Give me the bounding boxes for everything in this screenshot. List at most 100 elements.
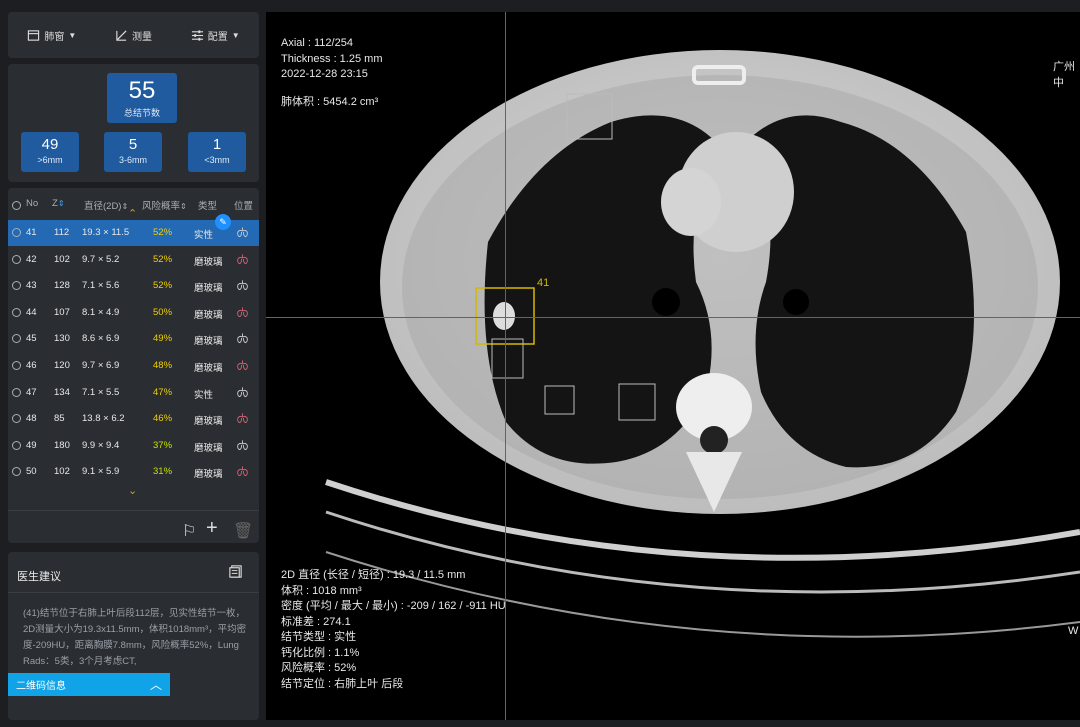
row-radio[interactable] — [12, 307, 21, 317]
total-nodules-badge[interactable]: 55 总结节数 — [107, 73, 177, 123]
gt6mm-badge[interactable]: 49 >6mm — [21, 132, 79, 172]
cell-no: 42 — [26, 253, 37, 265]
lung-icon[interactable] — [236, 386, 249, 401]
cell-z: 128 — [54, 280, 70, 292]
crosshair-horizontal[interactable] — [266, 317, 1080, 318]
table-row[interactable]: 50 102 9.1 × 5.9 31% 磨玻璃 — [8, 459, 259, 485]
cell-no: 49 — [26, 439, 37, 451]
cell-no: 43 — [26, 280, 37, 292]
cell-type: 磨玻璃 — [194, 256, 223, 268]
row-radio[interactable] — [12, 281, 21, 291]
row-radio[interactable] — [12, 387, 21, 397]
measure-label: 测量 — [132, 31, 152, 43]
total-nodules-value: 55 — [128, 77, 156, 104]
scan-info: Axial : 112/254 Thickness : 1.25 mm 2022… — [281, 36, 382, 110]
row-radio[interactable] — [12, 414, 21, 424]
total-nodules-label: 总结节数 — [123, 108, 160, 118]
ct-viewer[interactable]: 41 Axial : 112/254 Thickness : 1.25 mm 2… — [266, 12, 1080, 720]
config-button[interactable]: 配置 ▼ — [191, 28, 240, 43]
qr-info-bar[interactable]: 二维码信息 ︿ — [8, 673, 170, 696]
left-panel: 肺窗 ▼ 测量 配置 ▼ 55 总结节数 49 >6mm 5 3-6mm 1 <… — [0, 0, 266, 727]
edit-icon[interactable]: ✎ — [215, 214, 231, 230]
lung-icon[interactable] — [236, 439, 249, 454]
table-row[interactable]: 47 134 7.1 × 5.5 47% 实性 — [8, 380, 259, 406]
table-row[interactable]: 46 120 9.7 × 6.9 48% 磨玻璃 — [8, 353, 259, 379]
table-row[interactable]: 48 85 13.8 × 6.2 46% 磨玻璃 — [8, 406, 259, 432]
lung-icon[interactable] — [236, 465, 249, 480]
copy-icon[interactable] — [228, 564, 243, 579]
table-row[interactable]: 43 128 7.1 × 5.6 52% 磨玻璃 — [8, 273, 259, 299]
row-radio[interactable] — [12, 228, 21, 237]
nodule-detail-line: 钙化比例 : 1.1% — [281, 646, 360, 659]
table-row[interactable]: 45 130 8.6 × 6.9 49% 磨玻璃 — [8, 326, 259, 352]
table-row[interactable]: 42 102 9.7 × 5.2 52% 磨玻璃 — [8, 247, 259, 273]
col-type: 类型 — [198, 201, 218, 212]
col-risk[interactable]: 风险概率⇕ — [142, 198, 187, 212]
scroll-up-icon[interactable]: ⌃ — [128, 207, 137, 220]
3-6mm-label: 3-6mm — [118, 155, 147, 165]
cell-risk: 31% — [153, 466, 173, 478]
lung-icon[interactable] — [236, 226, 249, 241]
lung-volume: 肺体积 : 5454.2 cm³ — [281, 95, 379, 108]
row-radio[interactable] — [12, 361, 21, 370]
lung-icon[interactable] — [236, 332, 249, 347]
window-level-label: W — [1068, 625, 1079, 637]
cell-diameter: 9.7 × 6.9 — [82, 360, 120, 371]
cell-z: 120 — [54, 360, 70, 371]
col-z[interactable]: Z⇕ — [52, 198, 65, 209]
cell-risk: 46% — [153, 413, 173, 425]
lung-icon[interactable] — [236, 253, 249, 268]
lung-window-button[interactable]: 肺窗 ▼ — [27, 28, 76, 43]
sort-icon: ⇕ — [180, 202, 187, 211]
select-all-radio[interactable] — [12, 201, 21, 210]
row-radio[interactable] — [12, 467, 21, 477]
lt3mm-badge[interactable]: 1 <3mm — [188, 132, 246, 172]
lung-icon[interactable] — [236, 279, 249, 294]
advice-text: (41)结节位于右肺上叶后段112层，见实性结节一枚，2D测量大小为19.3x1… — [23, 608, 247, 667]
nodule-detail-line: 标准差 : 274.1 — [281, 615, 351, 628]
lung-icon[interactable] — [236, 306, 249, 321]
col-location: 位置 — [234, 201, 254, 212]
flag-icon[interactable]: ⚐ — [182, 521, 196, 541]
cell-diameter: 9.7 × 5.2 — [82, 253, 120, 265]
cell-risk: 50% — [153, 306, 173, 318]
cell-risk: 52% — [153, 253, 173, 265]
chevron-up-icon: ︿ — [149, 678, 162, 692]
lung-icon[interactable] — [236, 412, 249, 427]
cell-z: 107 — [54, 306, 70, 318]
cell-no: 50 — [26, 466, 37, 478]
trash-icon[interactable]: 🗑 — [233, 521, 253, 541]
nodule-table: No Z⇕ 直径(2D)⇕ 风险概率⇕ 类型 位置 ⌃ 41 112 19.3 × … — [8, 188, 259, 543]
cell-diameter: 8.6 × 6.9 — [82, 333, 120, 345]
cell-type: 磨玻璃 — [194, 416, 223, 428]
scroll-down-icon[interactable]: ⌄ — [128, 484, 137, 497]
col-diameter[interactable]: 直径(2D)⇕ — [84, 198, 128, 212]
row-radio[interactable] — [12, 254, 21, 264]
lt3mm-label: <3mm — [204, 155, 230, 165]
add-icon[interactable]: + — [206, 517, 218, 540]
cell-diameter: 9.1 × 5.9 — [82, 466, 120, 478]
chevron-down-icon: ▼ — [68, 30, 77, 40]
table-row[interactable]: 49 180 9.9 × 9.4 37% 磨玻璃 — [8, 433, 259, 459]
sliders-icon — [191, 29, 203, 41]
3-6mm-badge[interactable]: 5 3-6mm — [104, 132, 162, 172]
cell-type: 磨玻璃 — [194, 283, 223, 295]
row-radio[interactable] — [12, 440, 21, 450]
divider — [8, 510, 259, 511]
row-radio[interactable] — [12, 334, 21, 344]
cell-type: 磨玻璃 — [194, 469, 223, 481]
table-row[interactable]: 44 107 8.1 × 4.9 50% 磨玻璃 — [8, 300, 259, 326]
measure-button[interactable]: 测量 — [115, 28, 152, 43]
hospital-name: 广州中 — [1053, 61, 1075, 89]
nodule-marker-label[interactable]: 41 — [537, 276, 549, 292]
nodule-detail-line: 结节类型 : 实性 — [281, 631, 357, 643]
cell-z: 112 — [54, 227, 70, 238]
sort-icon: ⇕ — [57, 199, 65, 208]
table-row[interactable]: 41 112 19.3 × 11.5 52% 实性 ✎ — [8, 214, 259, 246]
col-no[interactable]: No — [26, 198, 38, 209]
lung-icon[interactable] — [236, 359, 249, 374]
config-label: 配置 — [207, 31, 228, 43]
axial-slice: Axial : 112/254 — [281, 37, 353, 49]
cell-z: 130 — [54, 333, 70, 345]
cell-no: 47 — [26, 386, 37, 398]
